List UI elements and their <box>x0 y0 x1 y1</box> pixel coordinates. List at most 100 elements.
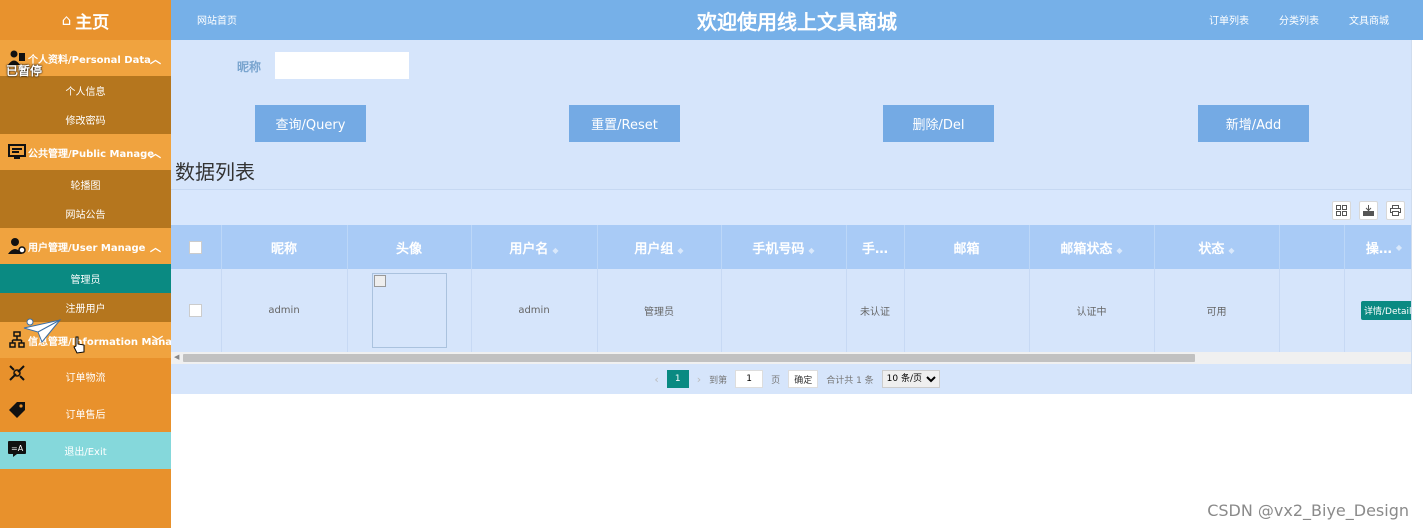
main-content: 昵称 查询/Query 重置/Reset 删除/Del 新增/Add 数据列表 … <box>171 40 1423 394</box>
scroll-left-icon[interactable]: ◀ <box>174 353 179 361</box>
column-header-email-status[interactable]: 邮箱状态 ◆ <box>1029 225 1155 269</box>
chevron-up-icon: ︿ <box>150 147 161 160</box>
total-count: 合计共 1 条 <box>826 375 874 386</box>
chevron-up-icon: ︿ <box>150 53 161 66</box>
column-header-phone[interactable]: 手机号码 ◆ <box>721 225 847 269</box>
user-gear-icon <box>8 237 26 255</box>
column-header-label: 昵称 <box>270 241 297 257</box>
goto-confirm-button[interactable]: 确定 <box>788 370 819 388</box>
query-button[interactable]: 查询/Query <box>255 105 366 142</box>
sort-icon: ◆ <box>1228 245 1235 255</box>
hand-cursor-icon <box>73 336 85 354</box>
export-icon[interactable] <box>1359 201 1378 220</box>
sort-icon: ◆ <box>1116 245 1123 255</box>
avatar-image <box>371 273 447 348</box>
cell-phone <box>721 269 847 352</box>
column-header-nickname: 昵称 <box>221 225 348 269</box>
sidebar-submenu-public: 轮播图 网站公告 <box>0 170 171 228</box>
header-link-mall[interactable]: 文具商城 <box>1349 12 1389 27</box>
tools-icon <box>8 364 26 382</box>
row-checkbox[interactable] <box>189 304 203 317</box>
add-button[interactable]: 新增/Add <box>1198 105 1309 142</box>
page-unit-label: 页 <box>771 375 781 386</box>
cell-auth: 未认证 <box>846 269 905 352</box>
vertical-scrollbar[interactable] <box>1411 40 1423 394</box>
exit-icon: =A <box>8 441 26 459</box>
horizontal-scrollbar[interactable]: ◀ ▶ <box>171 352 1423 364</box>
cell-nickname: admin <box>221 269 348 352</box>
page-size-select[interactable]: 10 条/页 <box>881 370 940 388</box>
sidebar-submenu-personal: 个人信息 修改密码 <box>0 76 171 134</box>
row-select-cell <box>171 269 222 352</box>
data-table-wrapper: 昵称 头像 用户名◆ 用户组◆ 手机号码◆ 手… 邮箱 邮箱状态◆ 状态◆ 上次… <box>171 225 1423 352</box>
tag-icon <box>8 401 26 419</box>
column-header-label: 手机号码 <box>752 241 805 257</box>
sidebar-item-label: 网站公告 <box>65 210 106 221</box>
sidebar-exit[interactable]: =A 退出/Exit <box>0 432 171 469</box>
column-header-label: 用户组 <box>634 241 674 257</box>
nickname-search-input[interactable] <box>275 52 409 79</box>
print-icon[interactable] <box>1386 201 1405 220</box>
sidebar-group-label: 用户管理/User Manage <box>28 242 146 254</box>
cell-group: 管理员 <box>597 269 722 352</box>
sidebar-group-user-manage[interactable]: 用户管理/User Manage ︿ <box>0 228 171 264</box>
paper-plane-icon <box>23 318 62 343</box>
pagination: ‹ 1 › 到第 页 确定 合计共 1 条 10 条/页 <box>171 364 1423 394</box>
sidebar-item-after-sales[interactable]: 订单售后 <box>0 395 171 432</box>
sidebar-group-label: 公共管理/Public Manage <box>28 148 155 160</box>
sidebar-item-order-logistics[interactable]: 订单物流 <box>0 358 171 395</box>
delete-button[interactable]: 删除/Del <box>883 105 994 142</box>
sidebar-item-label: 订单物流 <box>65 373 106 384</box>
column-header-label: 操… <box>1365 241 1392 257</box>
sidebar-group-label: 个人资料/Personal Data <box>28 54 151 66</box>
detail-button[interactable]: 详情/Detail <box>1361 301 1415 320</box>
column-header-username[interactable]: 用户名 ◆ <box>471 225 598 269</box>
top-header: 网站首页 欢迎使用线上文具商城 订单列表 分类列表 文具商城 <box>171 0 1423 40</box>
watermark: CSDN @vx2_Biye_Design <box>1207 501 1409 520</box>
cell-email <box>904 269 1030 352</box>
column-header-avatar: 头像 <box>347 225 472 269</box>
sidebar-item-label: 个人信息 <box>65 87 106 98</box>
select-all-checkbox[interactable] <box>189 240 203 254</box>
column-header-status[interactable]: 状态 ◆ <box>1154 225 1280 269</box>
sidebar-home[interactable]: ⌂ 主页 <box>0 0 171 40</box>
cell-username: admin <box>471 269 598 352</box>
sidebar-item-change-password[interactable]: 修改密码 <box>0 105 171 134</box>
table-row: admin admin 管理员 未认证 认证中 可用 2023-0 <box>171 269 1423 352</box>
column-header-label: 头像 <box>395 241 422 257</box>
chevron-up-icon: ︿ <box>150 241 161 254</box>
sidebar-item-carousel[interactable]: 轮播图 <box>0 170 171 199</box>
sidebar-item-admin[interactable]: 管理员 <box>0 264 171 293</box>
next-page-icon[interactable]: › <box>697 373 701 386</box>
prev-page-icon[interactable]: ‹ <box>654 373 658 386</box>
columns-icon[interactable] <box>1332 201 1351 220</box>
sidebar: ⌂ 主页 个人资料/Personal Data ︿ 个人信息 修改密码 公共管理… <box>0 0 171 528</box>
sidebar-item-label: 注册用户 <box>65 304 106 315</box>
home-icon: ⌂ <box>61 11 72 29</box>
sidebar-submenu-info: 订单物流 订单售后 <box>0 358 171 432</box>
cell-email-status: 认证中 <box>1029 269 1155 352</box>
sort-icon: ◆ <box>808 245 815 255</box>
sidebar-item-label: 订单售后 <box>65 410 106 421</box>
header-link-categories[interactable]: 分类列表 <box>1279 12 1319 27</box>
search-label: 昵称 <box>237 60 262 74</box>
reset-button[interactable]: 重置/Reset <box>569 105 680 142</box>
page-number-current[interactable]: 1 <box>666 370 689 388</box>
column-header-group[interactable]: 用户组 ◆ <box>597 225 722 269</box>
svg-text:=A: =A <box>11 444 24 453</box>
header-link-orders[interactable]: 订单列表 <box>1209 12 1249 27</box>
list-title: 数据列表 <box>175 160 255 184</box>
data-table: 昵称 头像 用户名◆ 用户组◆ 手机号码◆ 手… 邮箱 邮箱状态◆ 状态◆ 上次… <box>171 225 1423 352</box>
sidebar-exit-label: 退出/Exit <box>64 447 107 458</box>
sidebar-item-personal-info[interactable]: 个人信息 <box>0 76 171 105</box>
monitor-icon <box>8 143 26 161</box>
sidebar-item-label: 管理员 <box>70 275 101 286</box>
goto-page-input[interactable] <box>735 370 764 388</box>
sidebar-item-announcement[interactable]: 网站公告 <box>0 199 171 228</box>
scrollbar-thumb[interactable] <box>183 354 1195 362</box>
sort-icon: ◆ <box>677 245 684 255</box>
column-header-label: 邮箱状态 <box>1060 241 1113 257</box>
sidebar-group-public-manage[interactable]: 公共管理/Public Manage ︿ <box>0 134 171 170</box>
header-links: 订单列表 分类列表 文具商城 <box>1209 12 1389 27</box>
sidebar-home-label: 主页 <box>75 12 110 33</box>
